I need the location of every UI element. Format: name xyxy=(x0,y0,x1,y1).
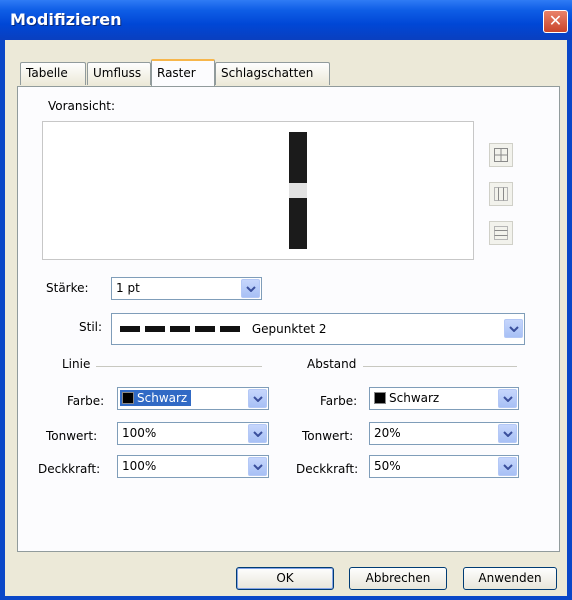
tab-label: Tabelle xyxy=(26,66,68,80)
dashed-line-sample-icon xyxy=(120,326,240,332)
grid-horizontal-borders-button[interactable] xyxy=(489,221,513,245)
tab-schlagschatten[interactable]: Schlagschatten xyxy=(215,62,330,85)
staerke-label: Stärke: xyxy=(46,281,89,295)
dropdown-arrow-button[interactable] xyxy=(498,424,517,443)
preview-line-segment xyxy=(289,198,307,249)
dropdown-arrow-button[interactable] xyxy=(248,424,267,443)
modify-dialog: Modifizieren ✕ Tabelle Umfluss Raster Sc… xyxy=(0,0,572,600)
cancel-button-label: Abbrechen xyxy=(365,571,431,585)
stil-value-display: Gepunktet 2 xyxy=(118,322,327,336)
preview-label: Voransicht: xyxy=(48,99,116,113)
abstand-farbe-value: Schwarz xyxy=(389,391,440,405)
close-button[interactable]: ✕ xyxy=(543,10,568,33)
ok-button[interactable]: OK xyxy=(236,567,334,590)
stil-select[interactable]: Gepunktet 2 xyxy=(111,313,525,345)
abstand-farbe-value-display: Schwarz xyxy=(374,391,439,405)
abstand-deckkraft-label: Deckkraft: xyxy=(296,462,359,476)
abstand-tonwert-select[interactable]: 20% xyxy=(369,422,519,445)
tab-label: Umfluss xyxy=(93,66,142,80)
linie-tonwert-label: Tonwert: xyxy=(46,429,98,443)
abstand-deckkraft-value: 50% xyxy=(374,459,401,473)
color-swatch xyxy=(122,392,134,404)
chevron-down-icon xyxy=(503,396,513,402)
stil-label: Stil: xyxy=(79,320,103,334)
abstand-tonwert-value: 20% xyxy=(374,426,401,440)
linie-tonwert-value: 100% xyxy=(122,426,157,440)
dropdown-arrow-button[interactable] xyxy=(248,457,267,476)
abstand-farbe-label: Farbe: xyxy=(320,394,358,408)
dropdown-arrow-button[interactable] xyxy=(498,457,517,476)
dropdown-arrow-button[interactable] xyxy=(504,319,523,338)
linie-farbe-value-display: Schwarz xyxy=(120,390,192,406)
close-icon: ✕ xyxy=(548,11,563,30)
ok-button-label: OK xyxy=(276,571,294,585)
linie-separator xyxy=(96,366,262,367)
linie-farbe-select[interactable]: Schwarz xyxy=(117,387,269,410)
linie-deckkraft-label: Deckkraft: xyxy=(38,462,101,476)
chevron-down-icon xyxy=(253,431,263,437)
tab-umfluss[interactable]: Umfluss xyxy=(87,62,151,85)
grid-horizontal-borders-icon xyxy=(494,226,508,240)
dropdown-arrow-button[interactable] xyxy=(498,389,517,408)
grid-vertical-borders-icon xyxy=(494,187,508,201)
linie-deckkraft-select[interactable]: 100% xyxy=(117,455,269,478)
preview-line-segment xyxy=(289,132,307,183)
dropdown-arrow-button[interactable] xyxy=(248,389,267,408)
grid-all-borders-button[interactable] xyxy=(489,143,513,167)
apply-button-label: Anwenden xyxy=(478,571,542,585)
chevron-down-icon xyxy=(503,464,513,470)
tab-label: Schlagschatten xyxy=(221,66,314,80)
staerke-select[interactable]: 1 pt xyxy=(111,277,262,300)
abstand-farbe-select[interactable]: Schwarz xyxy=(369,387,519,410)
chevron-down-icon xyxy=(509,326,519,332)
tab-label: Raster xyxy=(157,66,196,80)
apply-button[interactable]: Anwenden xyxy=(463,567,557,590)
abstand-separator xyxy=(363,366,517,367)
preview-line-gap xyxy=(289,183,307,198)
abstand-tonwert-label: Tonwert: xyxy=(302,429,354,443)
chevron-down-icon xyxy=(253,464,263,470)
dropdown-arrow-button[interactable] xyxy=(241,279,260,298)
chevron-down-icon xyxy=(253,396,263,402)
stil-value: Gepunktet 2 xyxy=(251,322,327,336)
cancel-button[interactable]: Abbrechen xyxy=(349,567,447,590)
preview-area xyxy=(42,121,474,260)
linie-farbe-label: Farbe: xyxy=(67,394,105,408)
chevron-down-icon xyxy=(246,286,256,292)
grid-all-borders-icon xyxy=(494,148,508,162)
linie-deckkraft-value: 100% xyxy=(122,459,157,473)
abstand-heading: Abstand xyxy=(307,357,357,371)
linie-heading: Linie xyxy=(62,357,91,371)
linie-tonwert-select[interactable]: 100% xyxy=(117,422,269,445)
tab-raster[interactable]: Raster xyxy=(151,59,215,86)
tab-tabelle[interactable]: Tabelle xyxy=(20,62,86,85)
staerke-value: 1 pt xyxy=(116,281,140,295)
linie-farbe-value: Schwarz xyxy=(137,391,188,405)
abstand-deckkraft-select[interactable]: 50% xyxy=(369,455,519,478)
title-bar[interactable]: Modifizieren ✕ xyxy=(0,0,572,40)
grid-vertical-borders-button[interactable] xyxy=(489,182,513,206)
color-swatch xyxy=(374,392,386,404)
dialog-title: Modifizieren xyxy=(10,10,122,29)
chevron-down-icon xyxy=(503,431,513,437)
